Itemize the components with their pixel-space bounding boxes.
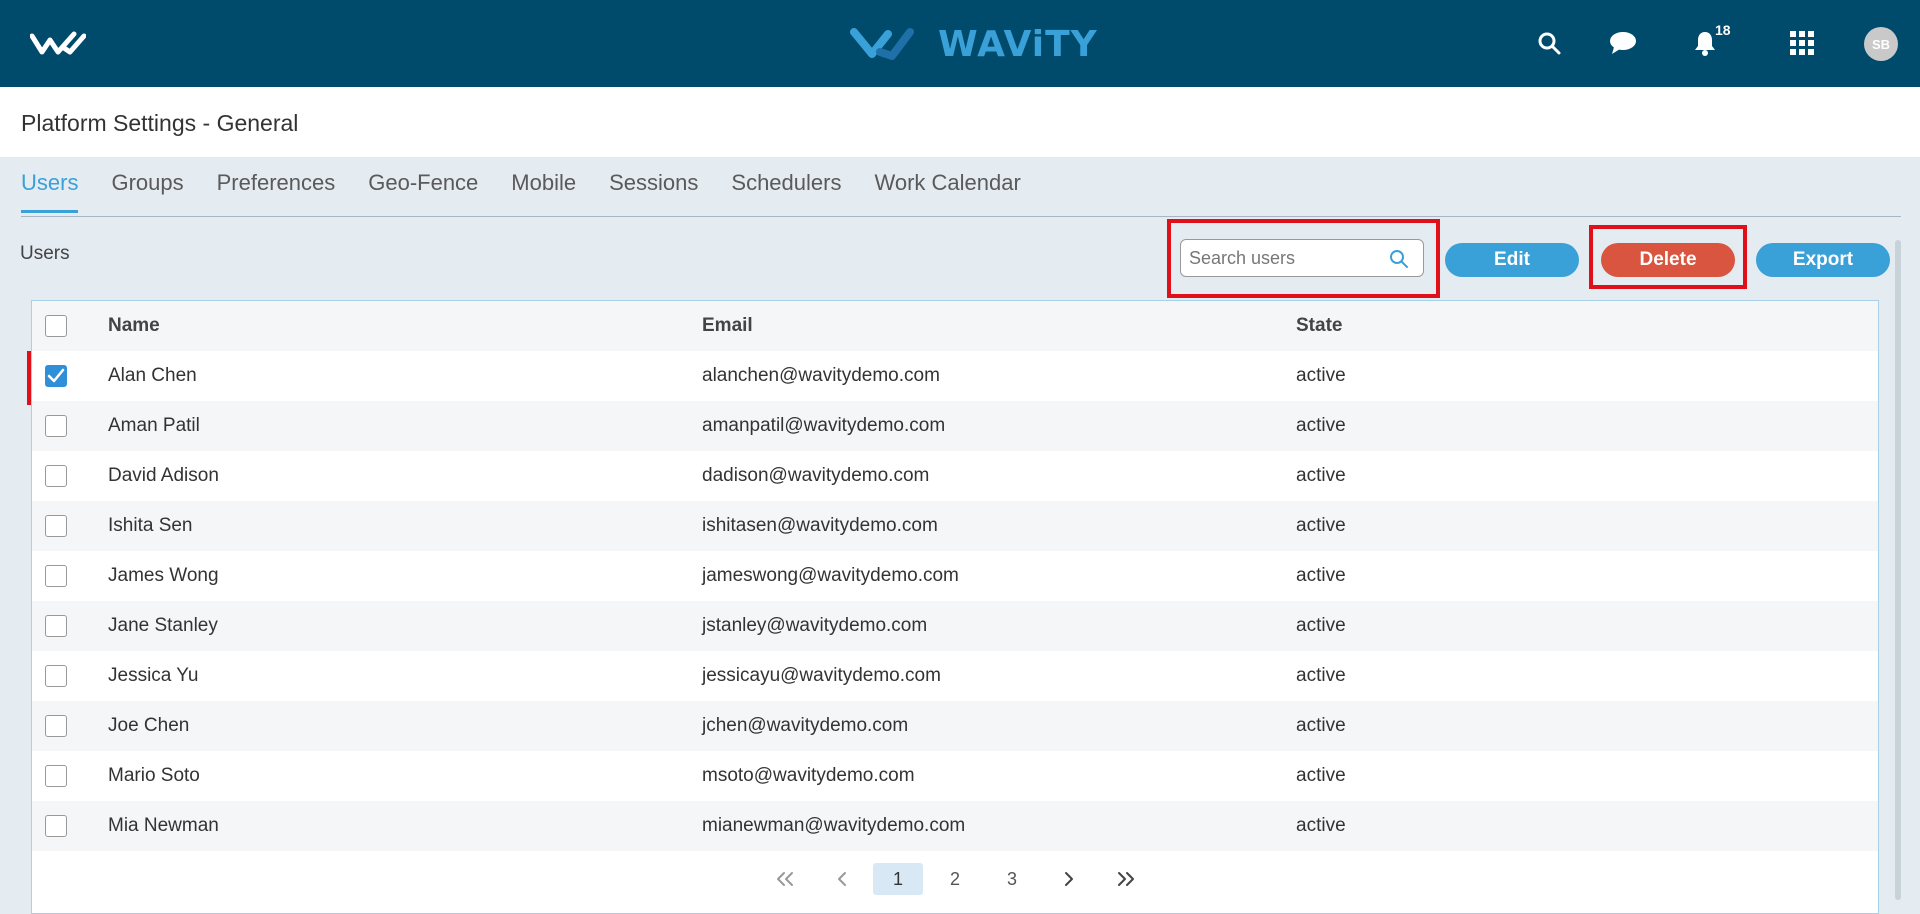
next-page-button[interactable] bbox=[1044, 863, 1094, 895]
cell-email: jessicayu@wavitydemo.com bbox=[702, 665, 941, 686]
chevron-left-icon bbox=[838, 872, 846, 886]
apps-grid-icon[interactable] bbox=[1787, 28, 1817, 58]
column-header-email[interactable]: Email bbox=[702, 315, 753, 337]
cell-email: mianewman@wavitydemo.com bbox=[702, 815, 966, 836]
row-checkbox[interactable] bbox=[45, 515, 67, 537]
delete-button[interactable]: Delete bbox=[1601, 243, 1735, 277]
cell-state: active bbox=[1296, 815, 1346, 836]
edit-button[interactable]: Edit bbox=[1445, 243, 1579, 277]
row-checkbox[interactable] bbox=[45, 415, 67, 437]
pagination: 1 2 3 bbox=[32, 863, 1878, 895]
row-checkbox[interactable] bbox=[45, 715, 67, 737]
page-header: Platform Settings - General bbox=[0, 87, 1920, 157]
user-avatar[interactable]: SB bbox=[1864, 27, 1898, 61]
cell-name: Alan Chen bbox=[108, 365, 197, 386]
cell-email: amanpatil@wavitydemo.com bbox=[702, 415, 946, 436]
column-header-state[interactable]: State bbox=[1296, 315, 1342, 337]
row-checkbox[interactable] bbox=[45, 465, 67, 487]
brand-name: WAViTY bbox=[938, 23, 1098, 65]
row-checkbox[interactable] bbox=[45, 615, 67, 637]
tabs-divider bbox=[21, 216, 1901, 217]
table-row[interactable]: James Wong jameswong@wavitydemo.com acti… bbox=[32, 551, 1878, 601]
cell-name: Ishita Sen bbox=[108, 515, 193, 536]
table-row[interactable]: Joe Chen jchen@wavitydemo.com active bbox=[32, 701, 1878, 751]
search-icon[interactable] bbox=[1534, 28, 1564, 58]
cell-name: Mia Newman bbox=[108, 815, 219, 836]
select-all-checkbox[interactable] bbox=[45, 315, 67, 337]
cell-name: James Wong bbox=[108, 565, 219, 586]
tab-groups[interactable]: Groups bbox=[111, 170, 183, 213]
tab-geo-fence[interactable]: Geo-Fence bbox=[368, 170, 478, 213]
cell-name: Aman Patil bbox=[108, 415, 200, 436]
top-navigation-bar: WAViTY 18 SB bbox=[0, 0, 1920, 87]
cell-email: jameswong@wavitydemo.com bbox=[702, 565, 959, 586]
table-row[interactable]: Aman Patil amanpatil@wavitydemo.com acti… bbox=[32, 401, 1878, 451]
cell-state: active bbox=[1296, 665, 1346, 686]
page-2-button[interactable]: 2 bbox=[930, 863, 980, 895]
checkmark-icon bbox=[47, 368, 65, 383]
cell-email: jstanley@wavitydemo.com bbox=[702, 615, 928, 636]
users-table: Name Email State Alan Chen alanchen@wavi… bbox=[31, 300, 1879, 914]
vertical-scrollbar[interactable] bbox=[1895, 240, 1901, 900]
cell-name: Joe Chen bbox=[108, 715, 190, 736]
search-box bbox=[1180, 239, 1424, 277]
cell-state: active bbox=[1296, 715, 1346, 736]
cell-name: David Adison bbox=[108, 465, 219, 486]
tab-schedulers[interactable]: Schedulers bbox=[731, 170, 841, 213]
double-chevron-right-icon bbox=[1118, 872, 1134, 886]
tab-sessions[interactable]: Sessions bbox=[609, 170, 698, 213]
section-label: Users bbox=[20, 243, 70, 264]
home-logo-icon[interactable] bbox=[30, 30, 86, 58]
table-row[interactable]: Ishita Sen ishitasen@wavitydemo.com acti… bbox=[32, 501, 1878, 551]
search-input[interactable] bbox=[1181, 240, 1381, 276]
brand-check-icon bbox=[850, 28, 914, 60]
double-chevron-left-icon bbox=[777, 872, 793, 886]
cell-state: active bbox=[1296, 565, 1346, 586]
notification-count-badge: 18 bbox=[1715, 22, 1731, 38]
row-checkbox[interactable] bbox=[45, 565, 67, 587]
settings-tabs: Users Groups Preferences Geo-Fence Mobil… bbox=[21, 170, 1054, 213]
table-row[interactable]: David Adison dadison@wavitydemo.com acti… bbox=[32, 451, 1878, 501]
cell-name: Jane Stanley bbox=[108, 615, 218, 636]
tab-work-calendar[interactable]: Work Calendar bbox=[874, 170, 1020, 213]
tab-users[interactable]: Users bbox=[21, 170, 79, 213]
cell-state: active bbox=[1296, 615, 1346, 636]
cell-email: jchen@wavitydemo.com bbox=[702, 715, 909, 736]
cell-state: active bbox=[1296, 365, 1346, 386]
cell-email: alanchen@wavitydemo.com bbox=[702, 365, 940, 386]
cell-name: Jessica Yu bbox=[108, 665, 199, 686]
page-3-button[interactable]: 3 bbox=[987, 863, 1037, 895]
page-title: Platform Settings - General bbox=[21, 110, 299, 136]
table-row[interactable]: Jessica Yu jessicayu@wavitydemo.com acti… bbox=[32, 651, 1878, 701]
export-button[interactable]: Export bbox=[1756, 243, 1890, 277]
page-1-button[interactable]: 1 bbox=[873, 863, 923, 895]
last-page-button[interactable] bbox=[1101, 863, 1151, 895]
cell-state: active bbox=[1296, 515, 1346, 536]
row-checkbox[interactable] bbox=[45, 665, 67, 687]
cell-email: ishitasen@wavitydemo.com bbox=[702, 515, 938, 536]
row-checkbox[interactable] bbox=[45, 365, 67, 387]
brand-logo: WAViTY bbox=[850, 22, 1098, 66]
chevron-right-icon bbox=[1065, 872, 1073, 886]
cell-name: Mario Soto bbox=[108, 765, 200, 786]
previous-page-button[interactable] bbox=[817, 863, 867, 895]
table-row[interactable]: Alan Chen alanchen@wavitydemo.com active bbox=[32, 351, 1878, 401]
row-checkbox[interactable] bbox=[45, 815, 67, 837]
first-page-button[interactable] bbox=[760, 863, 810, 895]
table-row[interactable]: Mario Soto msoto@wavitydemo.com active bbox=[32, 751, 1878, 801]
search-icon[interactable] bbox=[1389, 249, 1409, 269]
cell-state: active bbox=[1296, 765, 1346, 786]
table-header-row: Name Email State bbox=[32, 301, 1878, 351]
table-row[interactable]: Mia Newman mianewman@wavitydemo.com acti… bbox=[32, 801, 1878, 851]
cell-email: dadison@wavitydemo.com bbox=[702, 465, 930, 486]
column-header-name[interactable]: Name bbox=[108, 315, 160, 337]
tab-preferences[interactable]: Preferences bbox=[217, 170, 336, 213]
row-checkbox[interactable] bbox=[45, 765, 67, 787]
tab-mobile[interactable]: Mobile bbox=[511, 170, 576, 213]
cell-state: active bbox=[1296, 415, 1346, 436]
cell-email: msoto@wavitydemo.com bbox=[702, 765, 915, 786]
chat-icon[interactable] bbox=[1608, 28, 1638, 58]
cell-state: active bbox=[1296, 465, 1346, 486]
table-row[interactable]: Jane Stanley jstanley@wavitydemo.com act… bbox=[32, 601, 1878, 651]
